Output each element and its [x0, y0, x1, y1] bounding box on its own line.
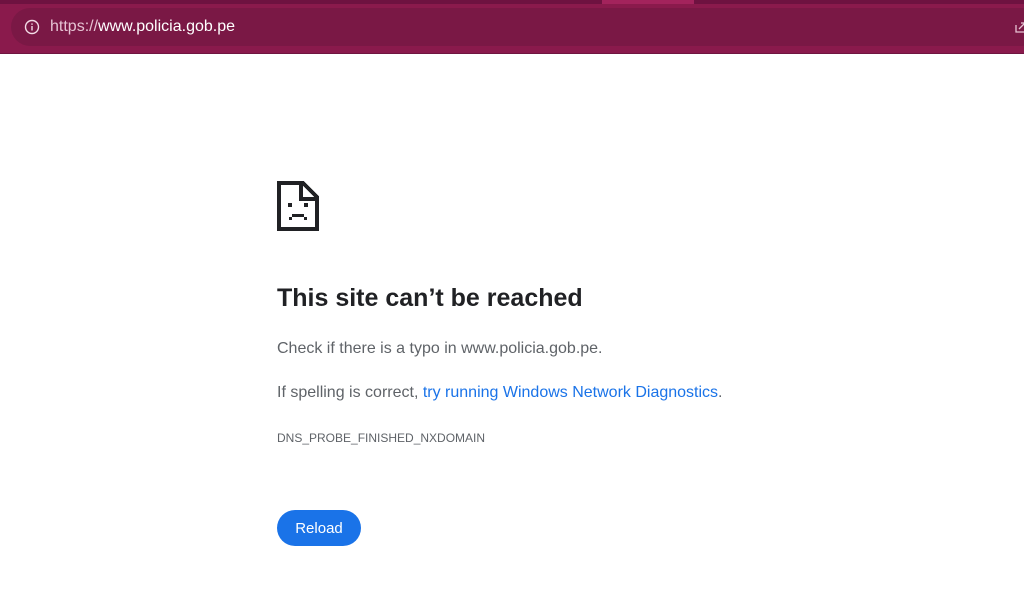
address-bar[interactable]: https://www.policia.gob.pe	[11, 8, 1024, 46]
diagnostics-suffix: .	[718, 384, 723, 401]
reload-button[interactable]: Reload	[277, 510, 361, 546]
url-scheme: https://	[50, 18, 99, 35]
active-tab-edge[interactable]	[602, 0, 694, 4]
browser-toolbar: https://www.policia.gob.pe	[0, 0, 1024, 54]
url-host: www.policia.gob.pe	[98, 18, 235, 35]
info-icon[interactable]	[23, 18, 41, 36]
diagnostics-prefix: If spelling is correct,	[277, 384, 423, 401]
error-icon-wrapper	[277, 181, 897, 236]
url-text[interactable]: https://www.policia.gob.pe	[50, 18, 235, 36]
tab-strip	[0, 0, 1024, 4]
diagnostics-hint: If spelling is correct, try running Wind…	[277, 384, 723, 402]
error-code: DNS_PROBE_FINISHED_NXDOMAIN	[277, 431, 486, 445]
error-title: This site can’t be reached	[277, 284, 583, 312]
sad-page-icon	[277, 181, 319, 231]
diagnostics-link[interactable]: try running Windows Network Diagnostics	[423, 384, 718, 401]
share-icon[interactable]	[1014, 20, 1024, 34]
typo-hint: Check if there is a typo in www.policia.…	[277, 340, 603, 357]
